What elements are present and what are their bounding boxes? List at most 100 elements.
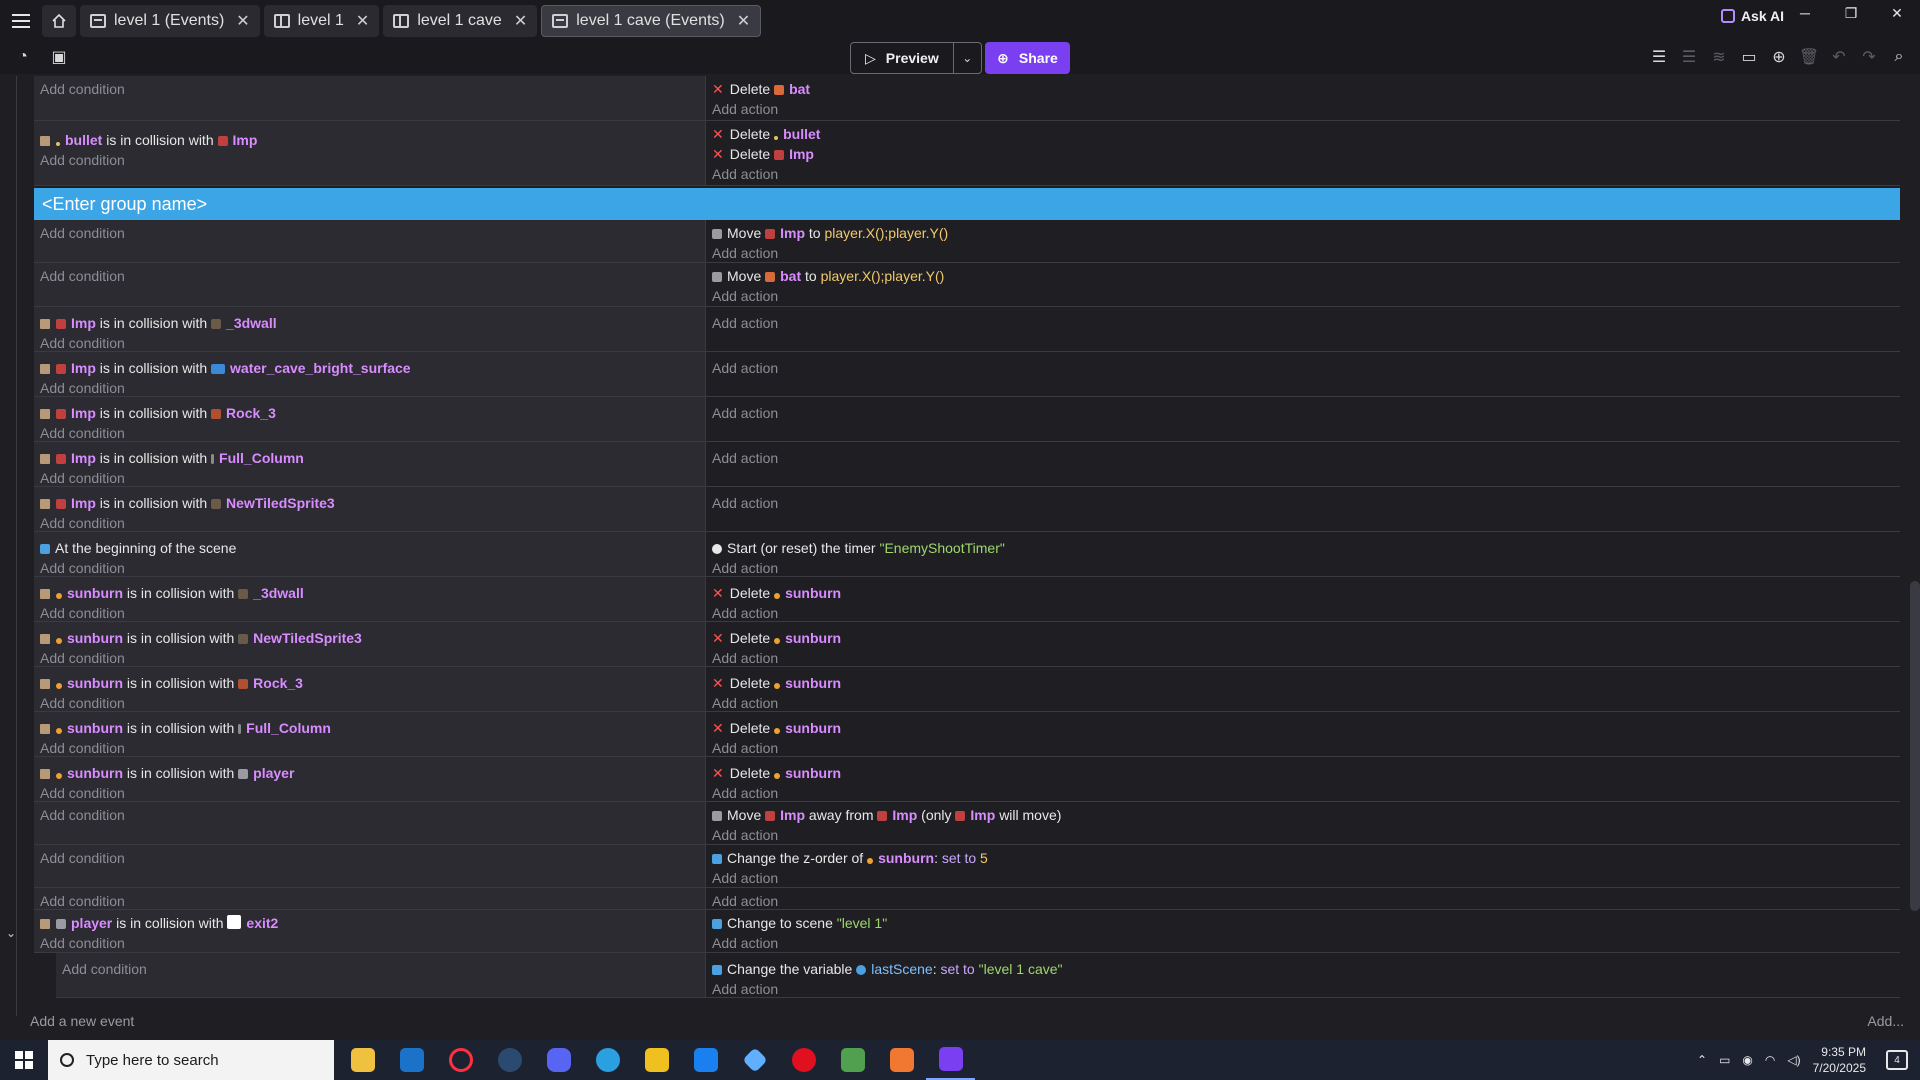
condition-line[interactable]: sunburn is in collision with NewTiledSpr…: [40, 628, 699, 648]
history-icon[interactable]: ◔: [12, 46, 34, 68]
undo-icon[interactable]: ↶: [1828, 46, 1850, 68]
event-row[interactable]: Add condition Move bat to player.X();pla…: [34, 263, 1900, 307]
add-condition[interactable]: Add condition: [40, 150, 699, 170]
event-row[interactable]: sunburn is in collision with player Add …: [34, 757, 1900, 802]
add-action[interactable]: Add action: [712, 358, 1894, 378]
action-line[interactable]: Move bat to player.X();player.Y(): [712, 266, 1894, 286]
event-row[interactable]: Add condition Move Imp to player.X();pla…: [34, 220, 1900, 263]
add-action[interactable]: Add action: [712, 313, 1894, 333]
add-action[interactable]: Add action: [712, 825, 1894, 845]
sub-event-row[interactable]: Add condition Change the variable lastSc…: [56, 953, 1900, 998]
scrollbar[interactable]: [1910, 581, 1920, 911]
add-condition[interactable]: Add condition: [40, 693, 699, 713]
home-tab[interactable]: [42, 5, 76, 37]
add-condition[interactable]: Add condition: [40, 933, 699, 953]
bluesky-icon[interactable]: [681, 1040, 730, 1080]
condition-line[interactable]: bullet is in collision with Imp: [40, 130, 699, 150]
action-line[interactable]: ✕ Delete bullet: [712, 124, 1894, 144]
add-action[interactable]: Add action: [712, 286, 1894, 306]
opera-icon[interactable]: [779, 1040, 828, 1080]
ask-ai-button[interactable]: Ask AI: [1720, 0, 1784, 32]
tab-level1-cave-events[interactable]: level 1 cave (Events) ✕: [541, 5, 762, 37]
close-icon[interactable]: ✕: [514, 11, 527, 31]
tab-level1-events[interactable]: level 1 (Events) ✕: [80, 5, 260, 37]
add-action[interactable]: Add action: [712, 648, 1894, 668]
add-condition[interactable]: Add condition: [40, 223, 699, 243]
condition-line[interactable]: Imp is in collision with water_cave_brig…: [40, 358, 699, 378]
collapse-chevron-icon[interactable]: ⌄: [6, 926, 16, 940]
search-icon[interactable]: ⌕: [1888, 46, 1910, 68]
action-line[interactable]: Start (or reset) the timer "EnemyShootTi…: [712, 538, 1894, 558]
event-row[interactable]: Imp is in collision with _3dwall Add con…: [34, 307, 1900, 352]
condition-line[interactable]: Imp is in collision with Full_Column: [40, 448, 699, 468]
trash-icon[interactable]: 🗑: [1798, 46, 1820, 68]
action-line[interactable]: ✕ Delete bat: [712, 79, 1894, 99]
event-row[interactable]: Imp is in collision with Rock_3 Add cond…: [34, 397, 1900, 442]
windows-start-icon[interactable]: [0, 1040, 48, 1080]
taskbar-search-box[interactable]: Type here to search: [48, 1040, 334, 1080]
menu-icon[interactable]: [0, 0, 42, 42]
window-close-icon[interactable]: ✕: [1874, 0, 1920, 26]
gdevelop-icon[interactable]: [926, 1040, 975, 1080]
add-new-event-button[interactable]: Add a new event: [30, 1013, 134, 1029]
fl-studio-icon[interactable]: [877, 1040, 926, 1080]
wifi-icon[interactable]: ◠: [1765, 1053, 1775, 1067]
tab-level1-cave-scene[interactable]: level 1 cave ✕: [383, 5, 538, 37]
add-action[interactable]: Add action: [712, 891, 1894, 911]
chevron-down-icon[interactable]: ⌄: [952, 43, 981, 73]
network-icon[interactable]: ◉: [1742, 1053, 1752, 1067]
event-row[interactable]: sunburn is in collision with Full_Column…: [34, 712, 1900, 757]
add-group-icon[interactable]: ≋: [1708, 46, 1730, 68]
action-line[interactable]: ✕ Delete sunburn: [712, 583, 1894, 603]
add-more-button[interactable]: Add...: [1867, 1013, 1904, 1029]
close-icon[interactable]: ✕: [236, 11, 249, 31]
event-row[interactable]: At the beginning of the scene Add condit…: [34, 532, 1900, 577]
add-condition[interactable]: Add condition: [40, 513, 699, 533]
add-condition[interactable]: Add condition: [40, 79, 699, 99]
plant-app-icon[interactable]: [828, 1040, 877, 1080]
share-button[interactable]: ⊕ Share: [985, 42, 1070, 74]
add-action[interactable]: Add action: [712, 448, 1894, 468]
add-condition[interactable]: Add condition: [40, 805, 699, 825]
redo-icon[interactable]: ↷: [1858, 46, 1880, 68]
add-subevent-icon[interactable]: ☰: [1678, 46, 1700, 68]
add-condition[interactable]: Add condition: [62, 959, 699, 979]
add-action[interactable]: Add action: [712, 558, 1894, 578]
add-condition[interactable]: Add condition: [40, 266, 699, 286]
action-line[interactable]: Change the z-order of sunburn: set to 5: [712, 848, 1894, 868]
event-row[interactable]: player is in collision with exit2 Add co…: [34, 910, 1900, 953]
condition-line[interactable]: sunburn is in collision with Rock_3: [40, 673, 699, 693]
group-header[interactable]: <Enter group name>: [34, 188, 1900, 220]
event-row[interactable]: bullet is in collision with Imp Add cond…: [34, 121, 1900, 186]
add-condition[interactable]: Add condition: [40, 558, 699, 578]
event-row[interactable]: Imp is in collision with Full_Column Add…: [34, 442, 1900, 487]
add-event-icon[interactable]: ☰: [1648, 46, 1670, 68]
add-condition[interactable]: Add condition: [40, 848, 699, 868]
action-line[interactable]: ✕ Delete sunburn: [712, 718, 1894, 738]
condition-line[interactable]: At the beginning of the scene: [40, 538, 699, 558]
add-condition[interactable]: Add condition: [40, 738, 699, 758]
event-row[interactable]: Add condition Change the z-order of sunb…: [34, 845, 1900, 888]
event-row[interactable]: sunburn is in collision with Rock_3 Add …: [34, 667, 1900, 712]
event-row[interactable]: Add condition ✕ Delete bat Add action: [34, 76, 1900, 121]
minimize-icon[interactable]: ─: [1782, 0, 1828, 26]
clock[interactable]: 9:35 PM 7/20/2025: [1813, 1044, 1866, 1076]
add-action[interactable]: Add action: [712, 493, 1894, 513]
telegram-icon[interactable]: [583, 1040, 632, 1080]
action-line[interactable]: ✕ Delete sunburn: [712, 763, 1894, 783]
notification-icon[interactable]: 4: [1886, 1050, 1908, 1070]
action-line[interactable]: Move Imp to player.X();player.Y(): [712, 223, 1894, 243]
add-condition[interactable]: Add condition: [40, 783, 699, 803]
add-condition[interactable]: Add condition: [40, 378, 699, 398]
outlook-icon[interactable]: [387, 1040, 436, 1080]
gem-app-icon[interactable]: [730, 1040, 779, 1080]
event-row[interactable]: Imp is in collision with water_cave_brig…: [34, 352, 1900, 397]
file-explorer-icon[interactable]: [338, 1040, 387, 1080]
action-line[interactable]: ✕ Delete sunburn: [712, 628, 1894, 648]
add-action[interactable]: Add action: [712, 979, 1894, 999]
condition-line[interactable]: Imp is in collision with Rock_3: [40, 403, 699, 423]
add-action[interactable]: Add action: [712, 403, 1894, 423]
add-action[interactable]: Add action: [712, 693, 1894, 713]
comment-icon[interactable]: ▭: [1738, 46, 1760, 68]
chevron-up-icon[interactable]: ⌃: [1697, 1053, 1707, 1067]
